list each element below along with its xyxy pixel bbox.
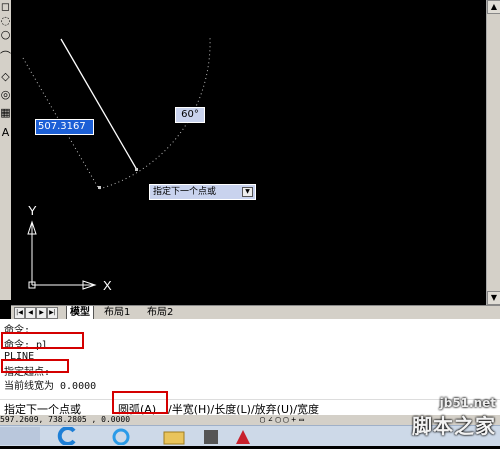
app-icon[interactable] xyxy=(106,427,136,446)
drawing-svg: Y X xyxy=(22,37,211,293)
next-tab-icon[interactable]: ▶ xyxy=(36,307,47,319)
ucs-x-label: X xyxy=(103,278,112,293)
toolbar-button-5[interactable]: ◇ xyxy=(0,70,11,83)
drafting-toggles-icon[interactable]: ▢∠▢▢+▭ xyxy=(260,415,307,425)
highlight-box-command xyxy=(1,332,84,349)
folder-icon[interactable] xyxy=(158,427,190,445)
command-history: 命令: 命令: pl PLINE 指定起点: 当前线宽为 0.0000 xyxy=(0,319,500,399)
dropdown-arrow-icon[interactable]: ▼ xyxy=(242,187,253,197)
history-line: 当前线宽为 0.0000 xyxy=(4,381,97,392)
other-options[interactable]: /半宽(H)/长度(L)/放弃(U)/宽度 xyxy=(168,401,319,416)
prompt-prefix: 指定下一个点或 xyxy=(4,403,81,416)
tab-layout1[interactable]: 布局1 xyxy=(101,306,133,319)
coordinate-readout: 597.2609, 738.2805 , 0.0000 xyxy=(0,415,131,424)
toolbar-button-3[interactable]: ○ xyxy=(0,28,11,41)
toolbar-button-6[interactable]: ◎ xyxy=(0,88,11,101)
highlight-box-arc xyxy=(112,391,168,414)
text-tool-icon[interactable]: A xyxy=(0,126,11,139)
ucs-icon xyxy=(27,220,97,290)
tab-layout2[interactable]: 布局2 xyxy=(144,306,176,319)
ucs-y-label: Y xyxy=(28,203,37,218)
watermark-logo: jb51.net 脚本之家 xyxy=(412,396,496,439)
toolbar-button-4[interactable]: ⌒ xyxy=(0,50,11,63)
watermark-site: jb51.net xyxy=(439,396,496,410)
scroll-up-arrow-icon[interactable]: ▲ xyxy=(487,0,500,14)
highlight-box-startpoint xyxy=(1,359,69,373)
first-tab-icon[interactable]: |◀ xyxy=(14,307,25,319)
layout-tab-bar: |◀ ◀ ▶ ▶| 模型 布局1 布局2 xyxy=(11,305,500,320)
dimension-tick xyxy=(98,186,101,189)
drawing-canvas[interactable]: Y X xyxy=(11,0,486,305)
toolbar-button-7[interactable]: ▦ xyxy=(0,106,11,119)
start-button[interactable] xyxy=(0,427,40,445)
tooltip-prompt-text: 指定下一个点或 xyxy=(153,187,217,197)
prev-tab-icon[interactable]: ◀ xyxy=(25,307,36,319)
length-input[interactable]: 507.3167 xyxy=(35,119,94,135)
polyline-segment xyxy=(60,38,138,171)
toolbar-button-2[interactable]: ◌ xyxy=(0,14,11,27)
scroll-down-arrow-icon[interactable]: ▼ xyxy=(487,291,500,305)
tab-model[interactable]: 模型 xyxy=(66,306,94,319)
grid-app-icon[interactable] xyxy=(200,427,222,445)
vertical-scrollbar[interactable]: ▲ ▼ xyxy=(486,0,500,305)
dynamic-prompt-tooltip[interactable]: 指定下一个点或 ▼ xyxy=(149,184,256,200)
toolbar-button-1[interactable]: ◻ xyxy=(0,0,11,13)
last-tab-icon[interactable]: ▶| xyxy=(47,307,58,319)
watermark-brand: 脚本之家 xyxy=(412,414,496,438)
autocad-icon[interactable] xyxy=(228,427,258,445)
angle-input[interactable]: 60° xyxy=(175,107,205,123)
dimension-tick xyxy=(135,168,138,171)
browser-icon[interactable] xyxy=(52,426,82,446)
